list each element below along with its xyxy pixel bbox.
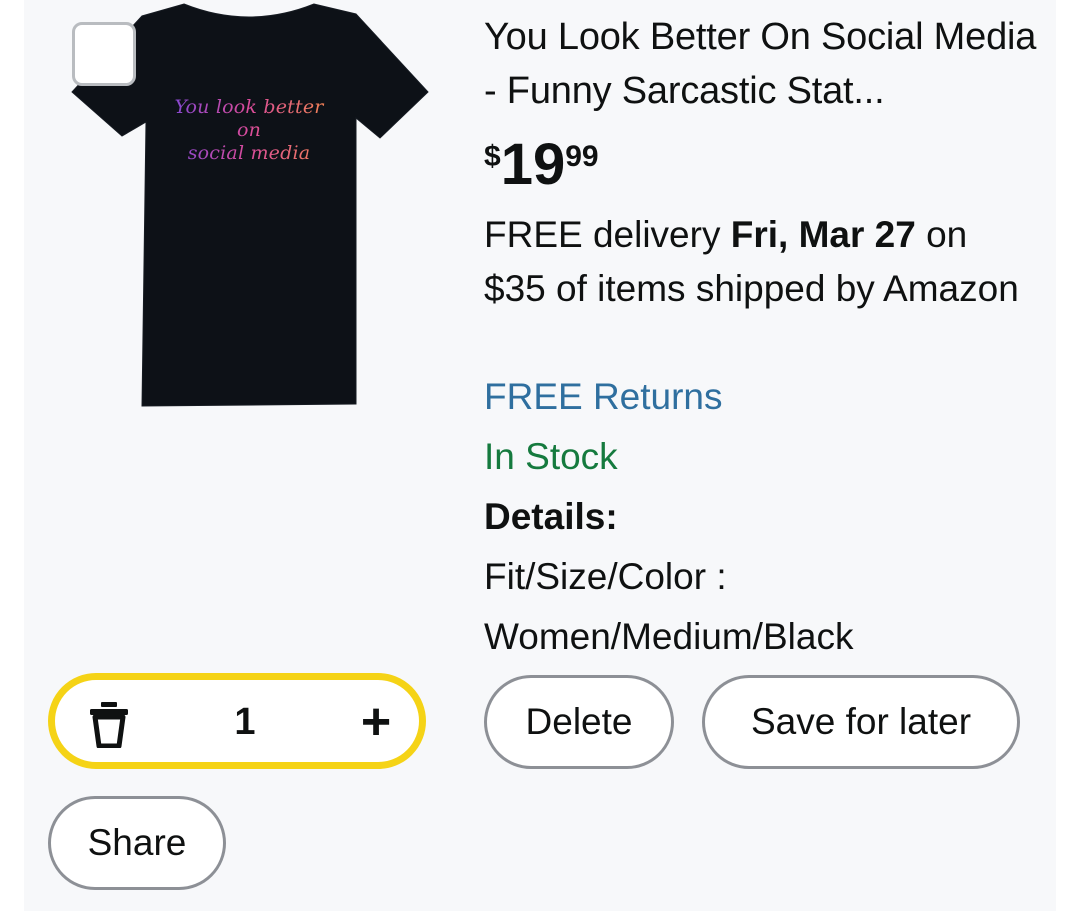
price-symbol: $: [484, 140, 501, 173]
plus-icon[interactable]: +: [351, 694, 401, 750]
delete-button[interactable]: Delete: [484, 675, 674, 769]
quantity-stepper: 1 +: [48, 673, 426, 769]
details-heading: Details:: [484, 496, 618, 537]
shirt-print-line1: You look better on: [174, 96, 324, 141]
delivery-date: Fri, Mar 27: [730, 214, 916, 255]
fit-size-color-label: Fit/Size/Color :: [484, 556, 727, 597]
trash-icon[interactable]: [87, 700, 131, 748]
shirt-print-text: You look better on social media: [164, 96, 334, 165]
stock-status: In Stock: [484, 436, 618, 477]
share-button[interactable]: Share: [48, 796, 226, 890]
price-whole: 19: [500, 132, 566, 197]
delivery-info: FREE delivery Fri, Mar 27 on $35 of item…: [484, 208, 1024, 316]
product-title[interactable]: You Look Better On Social Media - Funny …: [484, 10, 1044, 118]
product-price: $1999: [484, 132, 599, 198]
save-for-later-button[interactable]: Save for later: [702, 675, 1020, 769]
fit-size-color-value: Women/Medium/Black: [484, 616, 854, 657]
shirt-print-line2: social media: [187, 142, 311, 164]
price-fraction: 99: [565, 140, 599, 173]
select-item-checkbox[interactable]: [72, 22, 136, 86]
free-returns-link[interactable]: FREE Returns: [484, 370, 723, 424]
delivery-prefix: FREE delivery: [484, 214, 731, 255]
quantity-value: 1: [234, 701, 256, 743]
